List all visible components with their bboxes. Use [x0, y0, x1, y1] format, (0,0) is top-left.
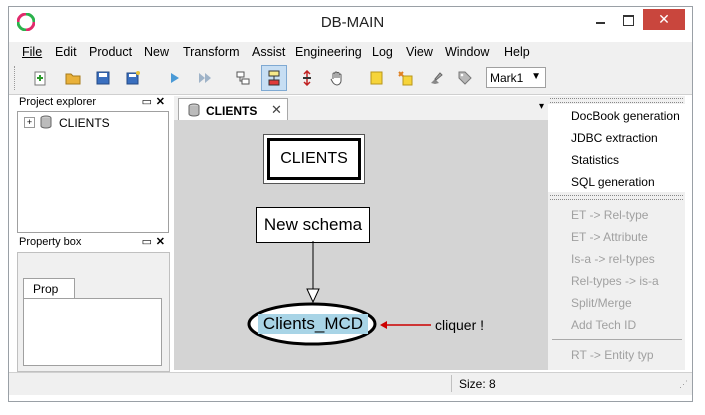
hand-tool-icon[interactable]: [327, 68, 347, 88]
menu-new[interactable]: New: [144, 45, 169, 59]
tab-prop-label: Prop: [33, 282, 59, 296]
database-icon: [39, 115, 53, 132]
menu-window[interactable]: Window: [445, 45, 489, 59]
menu-docbook-generation[interactable]: DocBook generation: [571, 109, 680, 123]
tab-prop[interactable]: Prop: [23, 278, 75, 299]
menu-separator: [552, 339, 682, 340]
status-divider: [451, 375, 452, 392]
menu-grip: [550, 98, 683, 103]
menu-product[interactable]: Product: [89, 45, 132, 59]
menu-help[interactable]: Help: [504, 45, 530, 59]
menu-rt-entity-type: RT -> Entity typ: [571, 348, 654, 362]
expand-icon[interactable]: +: [24, 117, 35, 128]
property-content: [23, 298, 162, 366]
close-button[interactable]: ✕: [643, 9, 685, 30]
status-bar: Size: 8 ⋰: [9, 372, 692, 395]
menu-log[interactable]: Log: [372, 45, 393, 59]
new-file-icon[interactable]: [30, 68, 50, 88]
project-explorer-title: Project explorer: [19, 96, 97, 108]
chevron-down-icon: ▼: [531, 71, 541, 82]
project-explorer-header: Project explorer ▭ ✕: [17, 96, 168, 110]
menu-edit[interactable]: Edit: [55, 45, 77, 59]
database-icon: [187, 103, 201, 120]
resize-grip-icon[interactable]: ⋰: [679, 379, 688, 390]
graph-view-icon[interactable]: [261, 65, 287, 91]
maximize-icon[interactable]: [618, 12, 638, 28]
close-panel-icon[interactable]: ✕: [156, 235, 165, 248]
restore-icon[interactable]: ▭: [142, 95, 152, 108]
property-box-header: Property box ▭ ✕: [17, 236, 168, 250]
menu-et-attribute: ET -> Attribute: [571, 230, 648, 244]
menu-grip: [550, 195, 683, 200]
menu-bar: File Edit Product New Transform Assist E…: [9, 42, 692, 62]
menu-et-rel-type: ET -> Rel-type: [571, 208, 649, 222]
annotation-text: cliquer !: [435, 317, 485, 333]
close-panel-icon[interactable]: ✕: [156, 95, 165, 108]
tab-clients-label: CLIENTS: [206, 104, 258, 118]
tab-list-dropdown-icon[interactable]: ▾: [539, 101, 544, 112]
property-box-title: Property box: [19, 236, 82, 248]
menu-sql-generation[interactable]: SQL generation: [571, 175, 655, 189]
marker-icon[interactable]: [426, 68, 446, 88]
open-folder-icon[interactable]: [63, 68, 83, 88]
menu-isa-rel-types: Is-a -> rel-types: [571, 252, 655, 266]
menu-jdbc-extraction[interactable]: JDBC extraction: [571, 131, 658, 145]
toolbar: Mark1 ▼: [9, 62, 692, 95]
menu-split-merge: Split/Merge: [571, 296, 632, 310]
minimize-icon[interactable]: [590, 12, 610, 28]
tab-bar: CLIENTS ✕ ▾: [174, 96, 548, 121]
tree-item-clients[interactable]: CLIENTS: [59, 116, 110, 130]
menu-transform[interactable]: Transform: [183, 45, 240, 59]
menu-rel-types-isa: Rel-types -> is-a: [571, 274, 659, 288]
mark-select-value: Mark1: [490, 71, 524, 85]
schema-view-icon[interactable]: [233, 68, 253, 88]
tab-clients[interactable]: CLIENTS ✕: [178, 98, 288, 121]
restore-icon[interactable]: ▭: [142, 235, 152, 248]
menu-engineering[interactable]: Engineering: [295, 45, 362, 59]
menu-view[interactable]: View: [406, 45, 433, 59]
status-size: Size: 8: [459, 377, 496, 391]
property-box-area: Prop: [17, 252, 170, 372]
save-icon[interactable]: [93, 68, 113, 88]
project-tree: + CLIENTS: [17, 111, 169, 233]
menu-assist[interactable]: Assist: [252, 45, 285, 59]
mark-select[interactable]: Mark1 ▼: [486, 67, 546, 88]
menu-add-tech-id: Add Tech ID: [571, 318, 637, 332]
menu-statistics[interactable]: Statistics: [571, 153, 619, 167]
close-icon[interactable]: ✕: [271, 102, 282, 118]
tag-icon[interactable]: [455, 68, 475, 88]
node-clients-mcd[interactable]: Clients_MCD: [258, 314, 368, 334]
save-all-icon[interactable]: [123, 68, 143, 88]
fast-forward-icon[interactable]: [195, 68, 215, 88]
menu-file[interactable]: File: [22, 45, 42, 59]
star-mark-icon[interactable]: [395, 68, 415, 88]
move-vertical-icon[interactable]: [297, 68, 317, 88]
note-icon[interactable]: [366, 68, 386, 88]
diagram-canvas[interactable]: CLIENTS New schema Clients_MCD cliquer !: [174, 120, 548, 370]
play-icon[interactable]: [164, 68, 184, 88]
